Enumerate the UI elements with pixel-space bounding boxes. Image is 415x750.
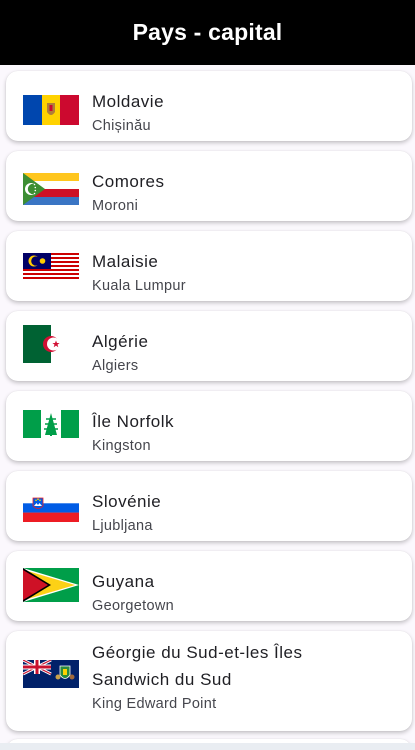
country-name-line-2: Sandwich du Sud — [92, 670, 232, 689]
capital-name: Kingston — [92, 438, 151, 454]
country-name: Comores — [92, 172, 165, 191]
norfolk-island-flag-icon — [23, 410, 79, 438]
country-card-georgie-du-sud[interactable]: Géorgie du Sud-et-les Îles Sandwich du S… — [6, 631, 412, 731]
bottom-navigation-strip — [0, 743, 415, 750]
capital-name: King Edward Point — [92, 696, 217, 712]
capital-name: Chișinău — [92, 118, 151, 134]
country-card-malaisie[interactable]: Malaisie Kuala Lumpur — [6, 231, 412, 301]
country-name: Algérie — [92, 332, 149, 351]
capital-name: Ljubljana — [92, 518, 153, 534]
capital-name: Kuala Lumpur — [92, 278, 186, 294]
country-name: Malaisie — [92, 252, 159, 271]
malaysia-flag-icon — [23, 253, 79, 281]
algeria-flag-icon — [23, 325, 79, 363]
country-card-ile-norfolk[interactable]: Île Norfolk Kingston — [6, 391, 412, 461]
capital-name: Moroni — [92, 198, 139, 214]
guyana-flag-icon — [23, 568, 79, 602]
country-card-guyana[interactable]: Guyana Georgetown — [6, 551, 412, 621]
country-card-moldavie[interactable]: Moldavie Chișinău — [6, 71, 412, 141]
south-georgia-flag-icon — [23, 660, 79, 688]
country-list[interactable]: Moldavie Chișinău Comores Moroni Malaisi… — [0, 65, 415, 743]
page-title: Pays - capital — [132, 19, 283, 45]
country-name: Guyana — [92, 572, 155, 591]
country-card-comores[interactable]: Comores Moroni — [6, 151, 412, 221]
app-bar: Pays - capital — [0, 0, 415, 65]
moldova-flag-icon — [23, 95, 79, 125]
country-name: Moldavie — [92, 92, 165, 111]
country-name: Slovénie — [92, 492, 162, 511]
capital-name: Georgetown — [92, 598, 174, 614]
capital-name: Algiers — [92, 358, 139, 374]
slovenia-flag-icon — [23, 494, 79, 522]
country-card-slovenie[interactable]: Slovénie Ljubljana — [6, 471, 412, 541]
country-name: Île Norfolk — [92, 412, 175, 431]
comoros-flag-icon — [23, 173, 79, 205]
country-card-algerie[interactable]: Algérie Algiers — [6, 311, 412, 381]
country-name-line-1: Géorgie du Sud-et-les Îles — [92, 643, 303, 662]
